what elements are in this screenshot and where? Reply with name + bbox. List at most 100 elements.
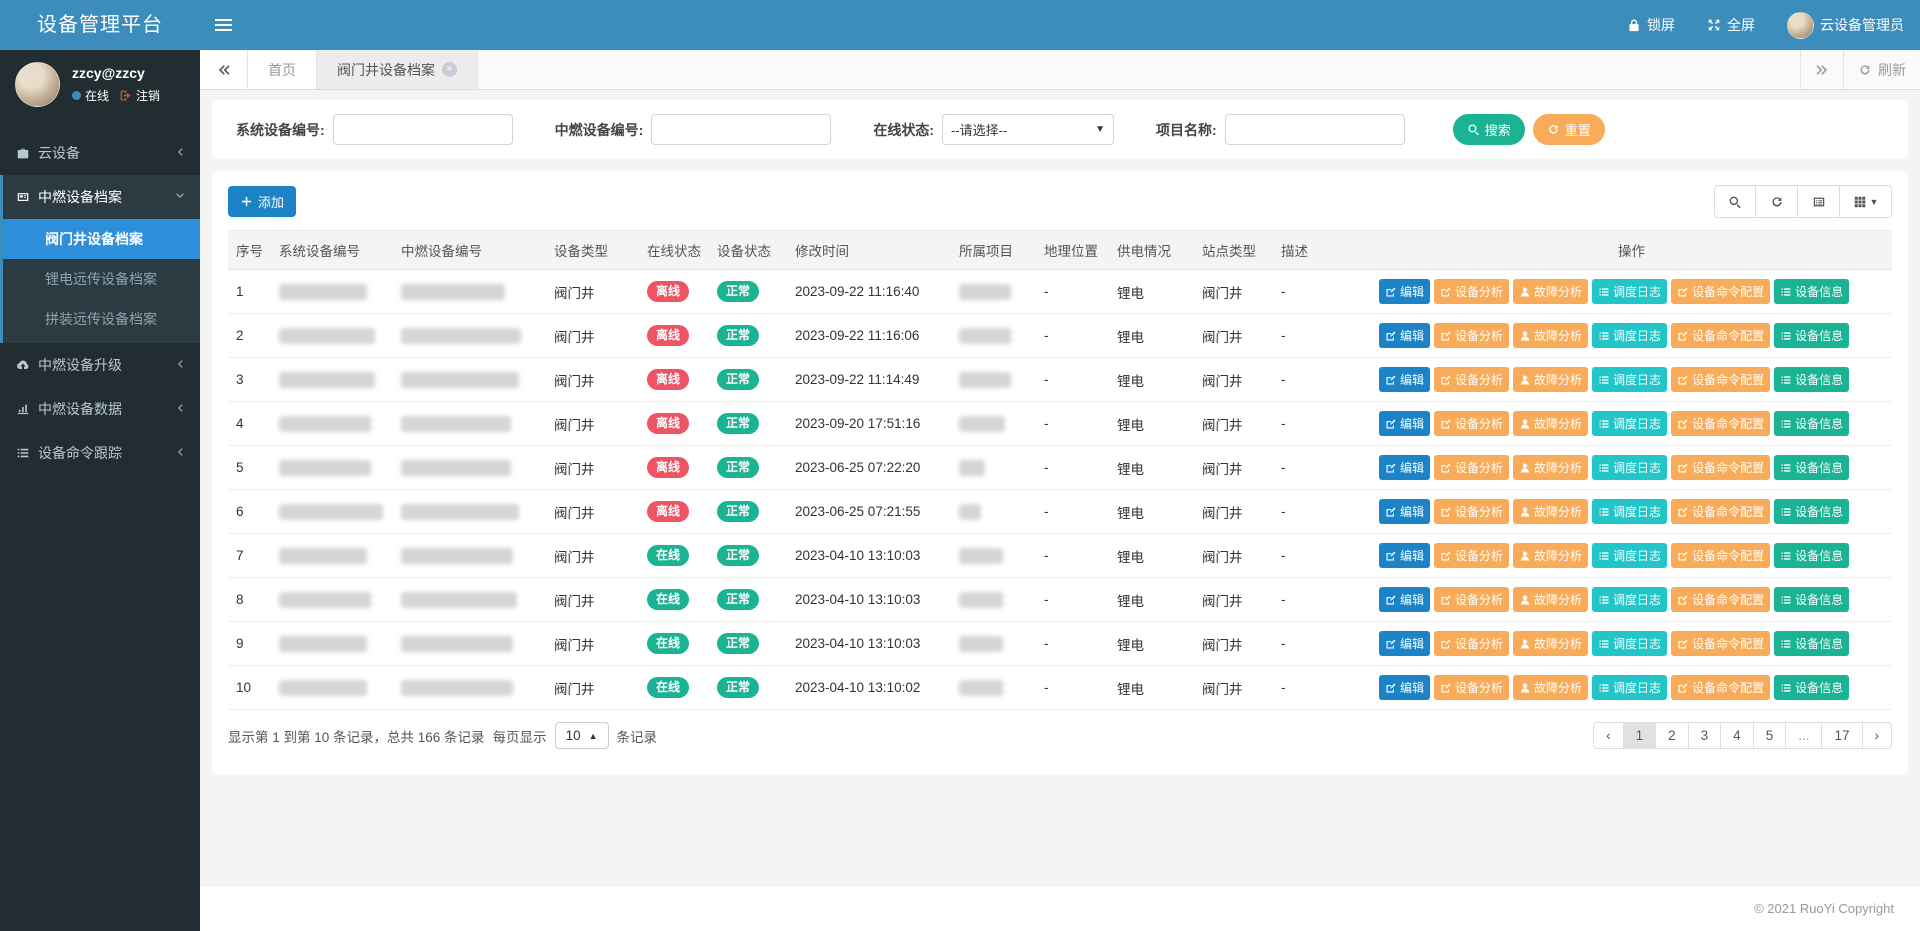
action-user-button[interactable]: 故障分析 — [1513, 455, 1588, 480]
action-edit-button[interactable]: 设备命令配置 — [1671, 543, 1770, 568]
page-link[interactable]: 5 — [1753, 722, 1787, 749]
action-list-button[interactable]: 设备信息 — [1774, 323, 1849, 348]
action-user-button[interactable]: 故障分析 — [1513, 587, 1588, 612]
tabs-scroll-left-button[interactable] — [200, 50, 248, 89]
action-list-button[interactable]: 设备信息 — [1774, 367, 1849, 392]
action-edit-button[interactable]: 设备分析 — [1434, 587, 1509, 612]
action-edit-button[interactable]: 设备命令配置 — [1671, 587, 1770, 612]
action-user-button[interactable]: 故障分析 — [1513, 675, 1588, 700]
reset-button[interactable]: 重置 — [1533, 114, 1605, 145]
status-link[interactable]: 在线 — [85, 87, 109, 104]
action-list-button[interactable]: 设备信息 — [1774, 631, 1849, 656]
action-user-button[interactable]: 故障分析 — [1513, 631, 1588, 656]
tab-home[interactable]: 首页 — [248, 50, 317, 89]
action-edit-button[interactable]: 设备命令配置 — [1671, 455, 1770, 480]
tab-close-icon[interactable]: × — [442, 62, 457, 77]
action-list-button[interactable]: 调度日志 — [1592, 323, 1667, 348]
action-edit-button[interactable]: 设备命令配置 — [1671, 675, 1770, 700]
page-link[interactable]: 4 — [1720, 722, 1754, 749]
action-edit-button[interactable]: 编辑 — [1379, 455, 1430, 480]
action-edit-button[interactable]: 设备命令配置 — [1671, 411, 1770, 436]
fullscreen-button[interactable]: 全屏 — [1691, 0, 1771, 50]
action-edit-button[interactable]: 设备命令配置 — [1671, 367, 1770, 392]
columns-button[interactable]: ▼ — [1840, 185, 1892, 218]
page-link[interactable]: 1 — [1623, 722, 1657, 749]
action-edit-button[interactable]: 编辑 — [1379, 279, 1430, 304]
action-list-button[interactable]: 设备信息 — [1774, 411, 1849, 436]
sidebar-item-link[interactable]: 中燃设备升级 — [0, 343, 200, 387]
action-edit-button[interactable]: 设备分析 — [1434, 279, 1509, 304]
app-title[interactable]: 设备管理平台 — [0, 0, 200, 50]
table-search-button[interactable] — [1714, 185, 1756, 218]
action-edit-button[interactable]: 设备分析 — [1434, 411, 1509, 436]
action-edit-button[interactable]: 设备命令配置 — [1671, 499, 1770, 524]
toggle-view-button[interactable] — [1798, 185, 1840, 218]
action-user-button[interactable]: 故障分析 — [1513, 367, 1588, 392]
page-link[interactable]: › — [1862, 722, 1893, 749]
online-status-select[interactable]: --请选择-- ▼ — [942, 114, 1114, 145]
action-edit-button[interactable]: 编辑 — [1379, 323, 1430, 348]
action-user-button[interactable]: 故障分析 — [1513, 499, 1588, 524]
action-edit-button[interactable]: 编辑 — [1379, 675, 1430, 700]
action-list-button[interactable]: 设备信息 — [1774, 675, 1849, 700]
action-edit-button[interactable]: 设备命令配置 — [1671, 279, 1770, 304]
action-user-button[interactable]: 故障分析 — [1513, 323, 1588, 348]
action-edit-button[interactable]: 设备分析 — [1434, 499, 1509, 524]
sidebar-subitem[interactable]: 锂电远传设备档案 — [3, 259, 200, 299]
action-edit-button[interactable]: 设备命令配置 — [1671, 323, 1770, 348]
action-list-button[interactable]: 调度日志 — [1592, 543, 1667, 568]
system-device-no-input[interactable] — [333, 114, 513, 145]
action-user-button[interactable]: 故障分析 — [1513, 411, 1588, 436]
tabs-scroll-right-button[interactable] — [1800, 50, 1843, 89]
page-link[interactable]: 3 — [1688, 722, 1722, 749]
table-refresh-button[interactable] — [1756, 185, 1798, 218]
project-name-input[interactable] — [1225, 114, 1405, 145]
action-list-button[interactable]: 设备信息 — [1774, 455, 1849, 480]
page-link[interactable]: ‹ — [1593, 722, 1624, 749]
page-link[interactable]: 17 — [1821, 722, 1862, 749]
search-button[interactable]: 搜索 — [1453, 114, 1525, 145]
action-edit-button[interactable]: 编辑 — [1379, 543, 1430, 568]
action-list-button[interactable]: 调度日志 — [1592, 499, 1667, 524]
sidebar-item-link[interactable]: 云设备 — [0, 131, 200, 175]
tab-valve-well-archive[interactable]: 阀门井设备档案 × — [317, 50, 478, 89]
action-user-button[interactable]: 故障分析 — [1513, 279, 1588, 304]
sidebar-subitem[interactable]: 拼装远传设备档案 — [3, 299, 200, 339]
action-edit-button[interactable]: 编辑 — [1379, 367, 1430, 392]
action-edit-button[interactable]: 编辑 — [1379, 499, 1430, 524]
action-edit-button[interactable]: 设备分析 — [1434, 323, 1509, 348]
sidebar-item-link[interactable]: 设备命令跟踪 — [0, 431, 200, 475]
action-edit-button[interactable]: 编辑 — [1379, 411, 1430, 436]
sidebar-item-link[interactable]: 中燃设备档案 — [3, 175, 200, 219]
action-user-button[interactable]: 故障分析 — [1513, 543, 1588, 568]
page-size-select[interactable]: 10 ▲ — [555, 722, 609, 749]
action-list-button[interactable]: 调度日志 — [1592, 367, 1667, 392]
sidebar-item-link[interactable]: 中燃设备数据 — [0, 387, 200, 431]
action-list-button[interactable]: 设备信息 — [1774, 499, 1849, 524]
action-list-button[interactable]: 调度日志 — [1592, 455, 1667, 480]
action-list-button[interactable]: 调度日志 — [1592, 411, 1667, 436]
action-edit-button[interactable]: 设备分析 — [1434, 367, 1509, 392]
page-link[interactable]: 2 — [1655, 722, 1689, 749]
action-edit-button[interactable]: 设备分析 — [1434, 543, 1509, 568]
action-edit-button[interactable]: 编辑 — [1379, 587, 1430, 612]
tab-refresh-button[interactable]: 刷新 — [1843, 50, 1920, 89]
action-edit-button[interactable]: 编辑 — [1379, 631, 1430, 656]
logout-link[interactable]: 注销 — [136, 87, 160, 104]
action-edit-button[interactable]: 设备命令配置 — [1671, 631, 1770, 656]
action-list-button[interactable]: 调度日志 — [1592, 675, 1667, 700]
action-list-button[interactable]: 调度日志 — [1592, 631, 1667, 656]
gas-device-no-input[interactable] — [651, 114, 831, 145]
action-list-button[interactable]: 调度日志 — [1592, 279, 1667, 304]
add-button[interactable]: 添加 — [228, 186, 296, 217]
action-list-button[interactable]: 设备信息 — [1774, 587, 1849, 612]
action-list-button[interactable]: 设备信息 — [1774, 543, 1849, 568]
action-list-button[interactable]: 设备信息 — [1774, 279, 1849, 304]
action-edit-button[interactable]: 设备分析 — [1434, 455, 1509, 480]
action-edit-button[interactable]: 设备分析 — [1434, 631, 1509, 656]
sidebar-toggle-button[interactable] — [200, 0, 246, 50]
action-list-button[interactable]: 调度日志 — [1592, 587, 1667, 612]
sidebar-subitem[interactable]: 阀门井设备档案 — [3, 219, 200, 259]
user-menu[interactable]: 云设备管理员 — [1771, 0, 1920, 50]
lock-screen-button[interactable]: 锁屏 — [1611, 0, 1691, 50]
